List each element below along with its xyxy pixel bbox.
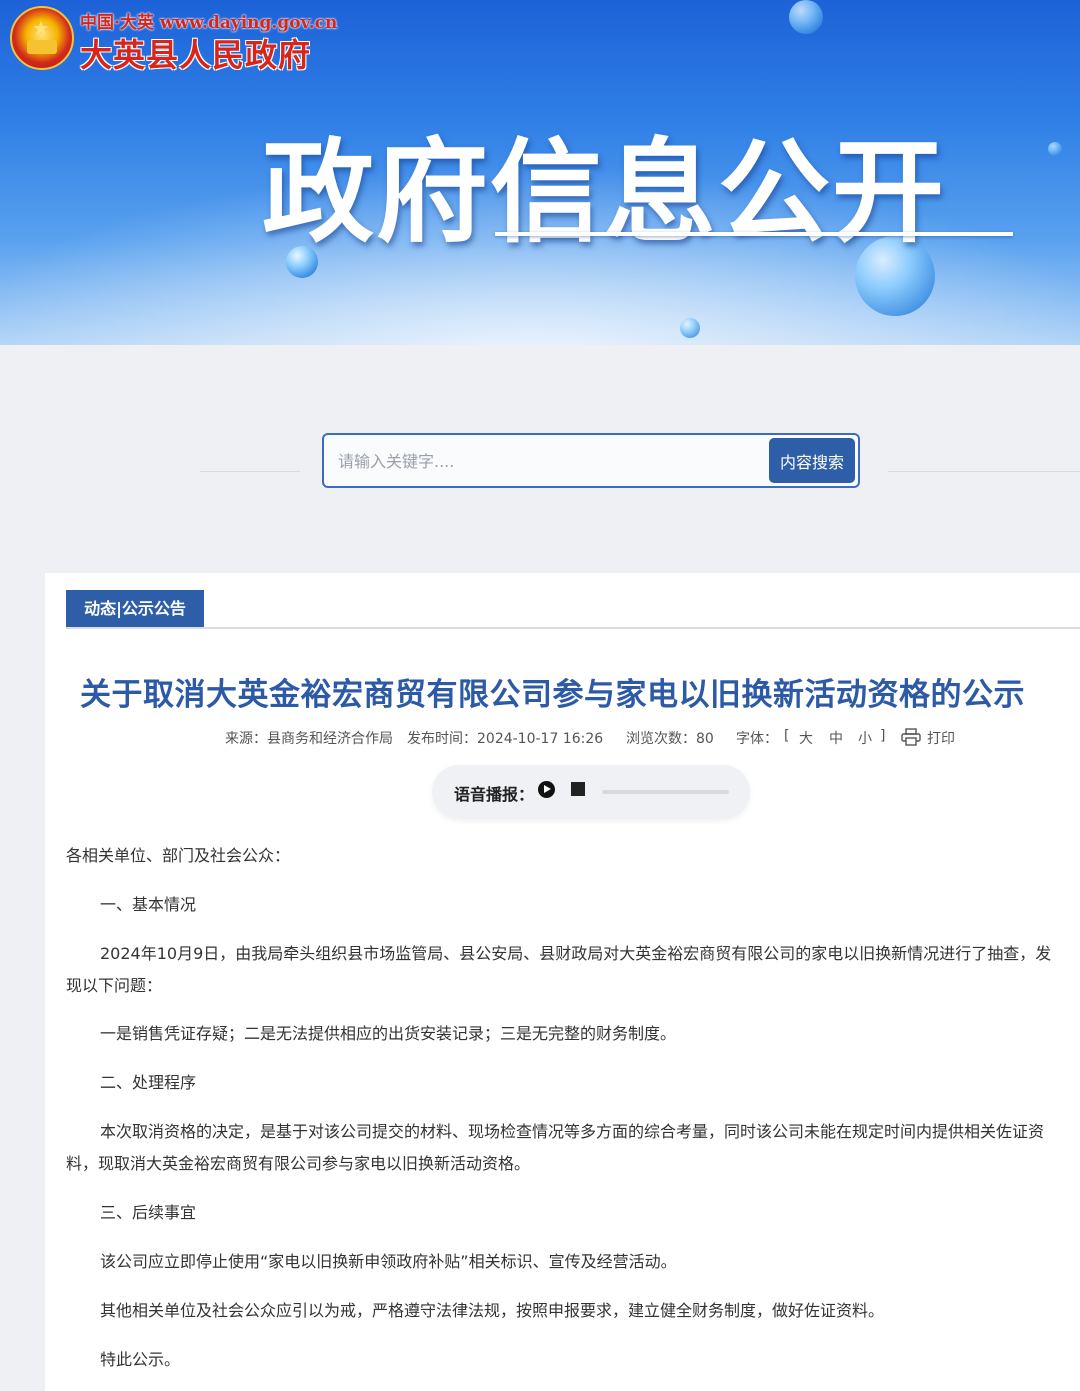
banner-underline (495, 232, 1013, 236)
font-size-small[interactable]: 小 (858, 728, 872, 748)
header-banner: ★ 中国·大英 www.daying.gov.cn 大英县人民政府 政府信息公开 (0, 0, 1080, 345)
paragraph-decision-line2: 料，现取消大英金裕宏商贸有限公司参与家电以旧换新活动资格。 (66, 1154, 531, 1173)
search-divider-right (888, 471, 1080, 472)
paragraph-issues: 一是销售凭证存疑；二是无法提供相应的出货安装记录；三是无完整的财务制度。 (100, 1024, 677, 1043)
meta-font-label: 字体： (736, 731, 778, 747)
decor-bubble (680, 318, 700, 338)
meta-bracket-open: [ (784, 728, 790, 744)
search-divider-left (200, 471, 300, 472)
print-link[interactable]: 打印 (927, 728, 955, 748)
article-meta: 来源：县商务和经济合作局 发布时间：2024-10-17 16:26 浏览次数：… (45, 728, 1080, 748)
printer-icon[interactable] (901, 728, 921, 746)
paragraph-warning: 其他相关单位及社会公众应引以为戒，严格遵守法律法规，按照申报要求，建立健全财务制… (100, 1301, 885, 1320)
paragraph-inspection-line2: 现以下问题： (66, 976, 163, 995)
stop-icon[interactable] (571, 782, 585, 796)
font-size-large[interactable]: 大 (799, 728, 813, 748)
paragraph-closing: 特此公示。 (100, 1350, 181, 1369)
meta-bracket-close: ] (880, 728, 886, 744)
paragraph-salutation: 各相关单位、部门及社会公众： (66, 846, 291, 865)
paragraph-stop-use: 该公司应立即停止使用“家电以旧换新申领政府补贴”相关标识、宣传及经营活动。 (100, 1252, 677, 1271)
font-size-medium[interactable]: 中 (829, 728, 843, 748)
site-logo[interactable]: ★ 中国·大英 www.daying.gov.cn 大英县人民政府 (8, 4, 337, 74)
audio-progress-bar[interactable] (602, 790, 729, 794)
play-icon[interactable] (538, 781, 555, 798)
heading-basic-situation: 一、基本情况 (100, 895, 197, 914)
search-input[interactable] (336, 435, 760, 488)
paragraph-inspection-line1: 2024年10月9日，由我局牵头组织县市场监管局、县公安局、县财政局对大英金裕宏… (100, 944, 1052, 963)
article-card: 动态|公示公告 关于取消大英金裕宏商贸有限公司参与家电以旧换新活动资格的公示 来… (45, 573, 1080, 1391)
heading-procedure: 二、处理程序 (100, 1073, 197, 1092)
decor-bubble (789, 0, 823, 34)
audio-player: 语音播报： (432, 765, 750, 819)
search-button[interactable]: 内容搜索 (769, 438, 855, 483)
national-emblem-icon: ★ (10, 6, 74, 70)
meta-published: 发布时间：2024-10-17 16:26 (407, 731, 604, 747)
tab-underline (66, 627, 1080, 629)
meta-source: 来源：县商务和经济合作局 (225, 731, 393, 747)
search-bar: 内容搜索 (322, 433, 860, 488)
audio-label: 语音播报： (454, 785, 535, 804)
heading-follow-up: 三、后续事宜 (100, 1203, 197, 1222)
meta-views: 浏览次数：80 (626, 731, 714, 747)
banner-title: 政府信息公开 (262, 128, 946, 258)
logo-title: 大英县人民政府 (80, 36, 312, 74)
decor-bubble (1048, 142, 1062, 156)
paragraph-decision-line1: 本次取消资格的决定，是基于对该公司提交的材料、现场检查情况等多方面的综合考量，同… (100, 1122, 1045, 1141)
category-tab[interactable]: 动态|公示公告 (66, 590, 204, 628)
article-title: 关于取消大英金裕宏商贸有限公司参与家电以旧换新活动资格的公示 (80, 677, 1025, 713)
